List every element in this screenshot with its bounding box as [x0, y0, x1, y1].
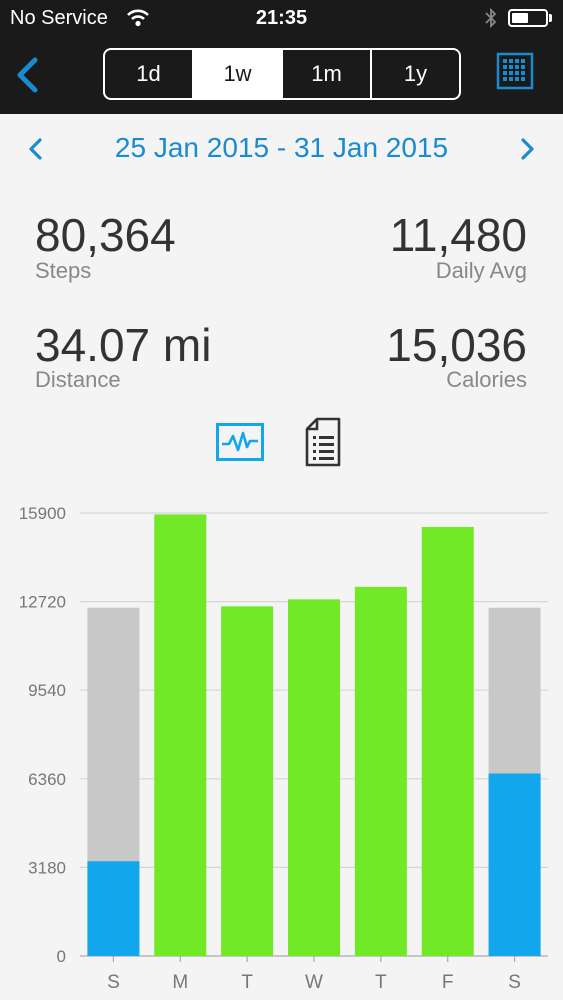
steps-bar: [154, 514, 207, 956]
steps-bar: [288, 599, 340, 956]
battery-tip: [549, 14, 552, 22]
y-tick-label: 6360: [28, 770, 66, 789]
steps-bar: [221, 606, 274, 956]
segment-1w[interactable]: 1w: [194, 50, 283, 98]
steps-bar-chart: 0 3180 6360 9540 12720 15900 S M T W T F S: [19, 504, 548, 993]
x-tick-label: T: [241, 972, 253, 993]
date-navigation: 25 Jan 2015 - 31 Jan 2015: [0, 114, 563, 184]
clock: 21:35: [255, 7, 308, 29]
x-tick-label: W: [305, 972, 323, 993]
list-view-icon[interactable]: [304, 417, 342, 467]
distance-value: 34.07 mi: [35, 319, 212, 371]
steps-bar: [87, 861, 140, 956]
distance-label: Distance: [35, 367, 121, 392]
y-tick-label: 0: [57, 947, 66, 966]
daily-avg-label: Daily Avg: [435, 258, 527, 283]
back-chevron-icon[interactable]: [8, 50, 48, 100]
y-tick-label: 9540: [28, 681, 66, 700]
calendar-grid-icon[interactable]: [496, 52, 534, 90]
graph-view-icon[interactable]: [216, 423, 264, 461]
segment-1m[interactable]: 1m: [283, 50, 372, 98]
view-toggle: [0, 415, 563, 470]
calories-value: 15,036: [386, 319, 527, 371]
bluetooth-icon: [485, 7, 497, 29]
steps-label: Steps: [35, 258, 92, 283]
period-segmented-control: 1d 1w 1m 1y: [103, 48, 461, 100]
daily-avg-value: 11,480: [389, 209, 527, 261]
steps-bar: [421, 526, 474, 956]
y-tick-label: 15900: [19, 504, 66, 523]
x-tick-label: S: [107, 972, 120, 993]
next-week-chevron-icon[interactable]: [513, 135, 541, 163]
x-tick-label: M: [172, 972, 188, 993]
date-range-label: 25 Jan 2015 - 31 Jan 2015: [114, 132, 449, 163]
calories-label: Calories: [446, 367, 527, 392]
x-tick-label: F: [442, 972, 454, 993]
x-tick-label: S: [508, 972, 521, 993]
battery-icon: [508, 9, 548, 27]
status-bar: No Service 21:35: [0, 0, 563, 38]
steps-value: 80,364: [35, 209, 176, 261]
segment-1d[interactable]: 1d: [105, 50, 194, 98]
chart-bars: [87, 514, 541, 956]
x-tick-label: T: [375, 972, 387, 993]
y-tick-label: 3180: [28, 858, 66, 877]
steps-bar: [488, 773, 541, 956]
segment-1y[interactable]: 1y: [372, 50, 459, 98]
y-tick-label: 12720: [19, 593, 66, 612]
navigation-bar: 1d 1w 1m 1y: [0, 38, 563, 114]
steps-bar: [354, 586, 407, 956]
